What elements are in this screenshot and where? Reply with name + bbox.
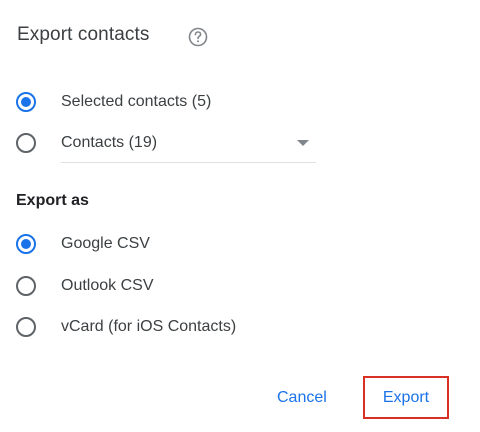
dropdown-arrow-icon[interactable] xyxy=(297,140,309,146)
radio-button[interactable] xyxy=(16,276,36,296)
radio-vcard[interactable]: vCard (for iOS Contacts) xyxy=(16,313,236,341)
radio-button[interactable] xyxy=(16,317,36,337)
radio-label: Selected contacts (5) xyxy=(61,93,212,110)
radio-google-csv[interactable]: Google CSV xyxy=(16,230,150,258)
export-button[interactable]: Export xyxy=(383,389,429,407)
radio-label: vCard (for iOS Contacts) xyxy=(61,318,237,335)
cancel-button[interactable]: Cancel xyxy=(277,389,327,407)
export-button-highlight: Export xyxy=(363,376,449,419)
radio-button[interactable] xyxy=(16,133,36,153)
radio-label: Google CSV xyxy=(61,235,150,252)
radio-label: Contacts (19) xyxy=(61,134,158,151)
radio-selected-contacts[interactable]: Selected contacts (5) xyxy=(16,88,211,116)
radio-all-contacts[interactable]: Contacts (19) xyxy=(16,129,157,157)
export-as-heading: Export as xyxy=(16,192,89,209)
radio-button[interactable] xyxy=(16,92,36,112)
dialog-title: Export contacts xyxy=(17,24,150,45)
help-icon[interactable] xyxy=(188,27,208,47)
dropdown-underline xyxy=(61,162,316,163)
radio-outlook-csv[interactable]: Outlook CSV xyxy=(16,272,153,300)
radio-label: Outlook CSV xyxy=(61,277,154,294)
radio-button[interactable] xyxy=(16,234,36,254)
